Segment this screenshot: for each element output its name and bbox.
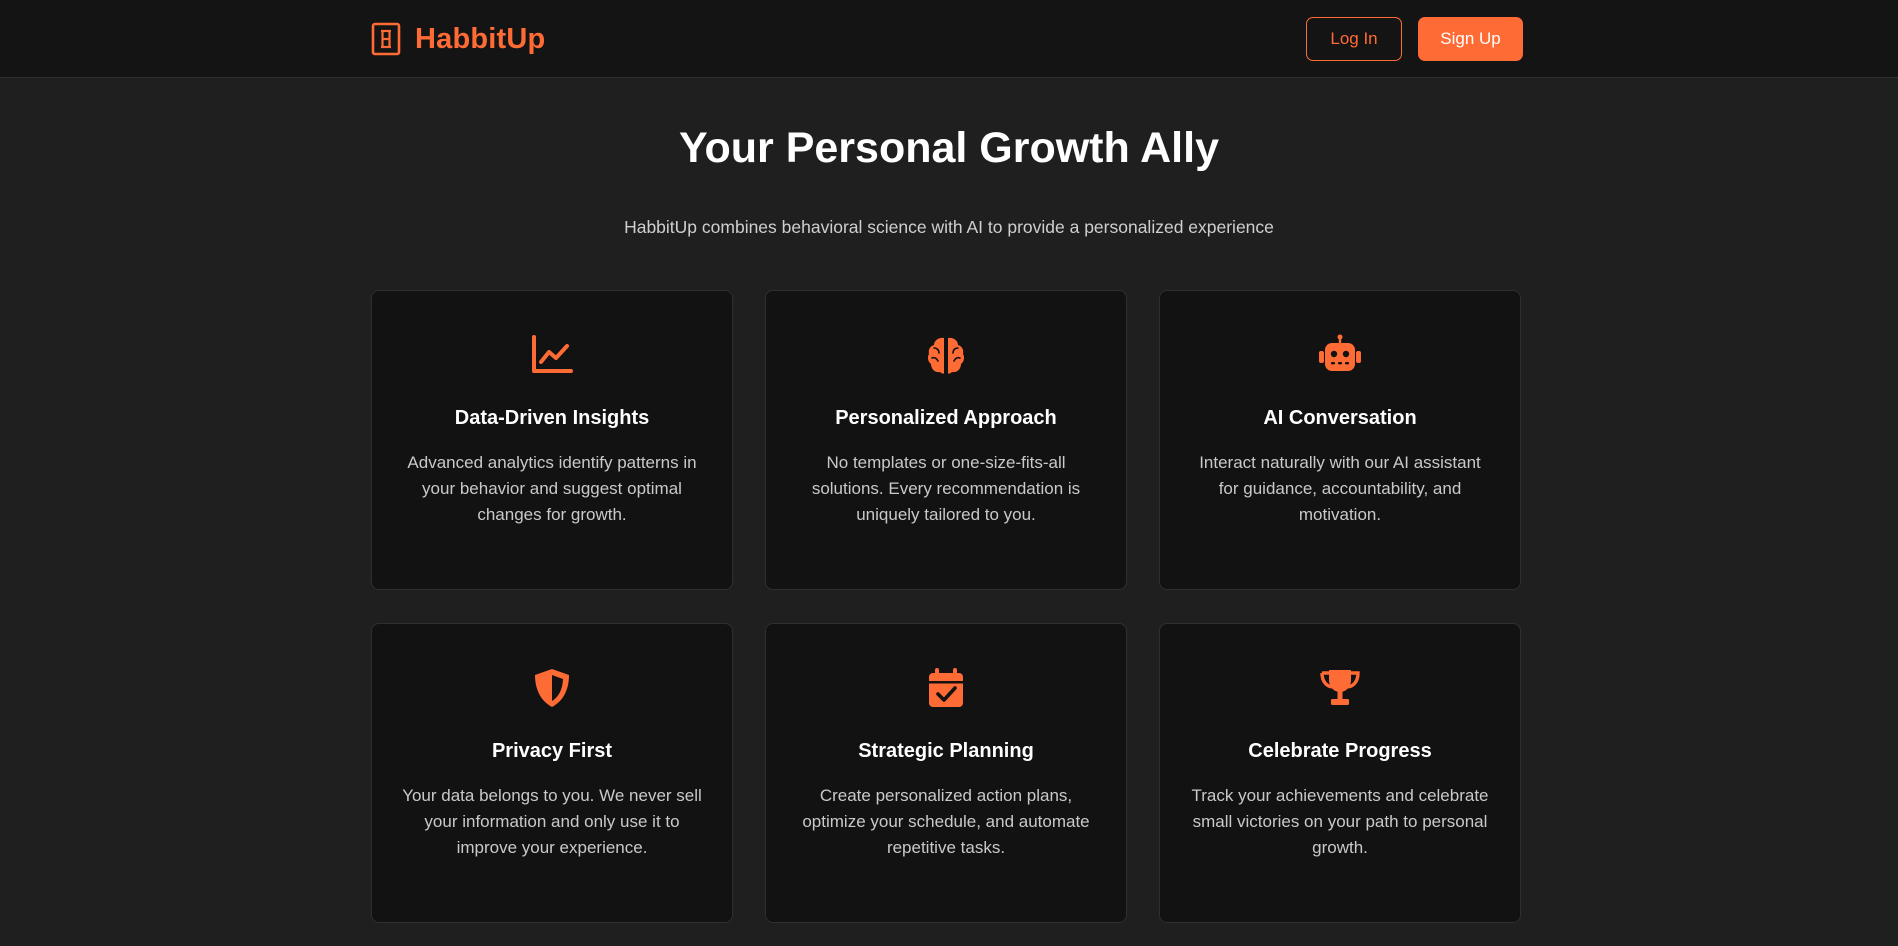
feature-title: AI Conversation xyxy=(1263,407,1417,429)
feature-description: Your data belongs to you. We never sell … xyxy=(402,786,702,857)
trophy-icon xyxy=(1318,666,1362,710)
feature-title: Data-Driven Insights xyxy=(454,407,650,429)
brand[interactable]: HabbitUp xyxy=(371,22,545,56)
feature-title: Privacy First xyxy=(491,740,613,762)
robot-icon xyxy=(1318,333,1362,377)
topbar-container: HabbitUp Log In Sign Up xyxy=(371,0,1523,78)
feature-description: Advanced analytics identify patterns in … xyxy=(407,453,697,524)
brain-icon xyxy=(924,333,968,377)
signup-button[interactable]: Sign Up xyxy=(1418,17,1523,61)
feature-card-data-driven-insights: Data-Driven Insights Advanced analytics … xyxy=(371,290,733,590)
feature-title: Celebrate Progress xyxy=(1248,740,1432,762)
feature-description: Track your achievements and celebrate sm… xyxy=(1191,786,1489,857)
hero-title: Your Personal Growth Ally xyxy=(679,124,1219,172)
feature-card-personalized-approach: Personalized Approach No templates or on… xyxy=(765,290,1127,590)
top-navigation-bar: HabbitUp Log In Sign Up xyxy=(0,0,1898,78)
brand-name: HabbitUp xyxy=(415,22,546,55)
feature-description: No templates or one-size-fits-all soluti… xyxy=(811,453,1081,524)
feature-card-strategic-planning: Strategic Planning Create personalized a… xyxy=(765,623,1127,923)
hero-subtitle: HabbitUp combines behavioral science wit… xyxy=(624,217,1274,237)
feature-description: Interact naturally with our AI assistant… xyxy=(1199,453,1481,524)
auth-actions: Log In Sign Up xyxy=(1306,17,1523,61)
feature-title: Strategic Planning xyxy=(858,740,1034,762)
features-grid: Data-Driven Insights Advanced analytics … xyxy=(371,290,1523,923)
calendar-check-icon xyxy=(924,666,968,710)
feature-card-celebrate-progress: Celebrate Progress Track your achievemen… xyxy=(1159,623,1521,923)
shield-icon xyxy=(530,666,574,710)
feature-title: Personalized Approach xyxy=(835,407,1057,429)
habbitup-logo-icon xyxy=(371,22,401,56)
line-chart-icon xyxy=(530,333,574,377)
feature-card-ai-conversation: AI Conversation Interact naturally with … xyxy=(1159,290,1521,590)
feature-description: Create personalized action plans, optimi… xyxy=(802,786,1090,857)
login-button[interactable]: Log In xyxy=(1306,17,1402,61)
feature-card-privacy-first: Privacy First Your data belongs to you. … xyxy=(371,623,733,923)
